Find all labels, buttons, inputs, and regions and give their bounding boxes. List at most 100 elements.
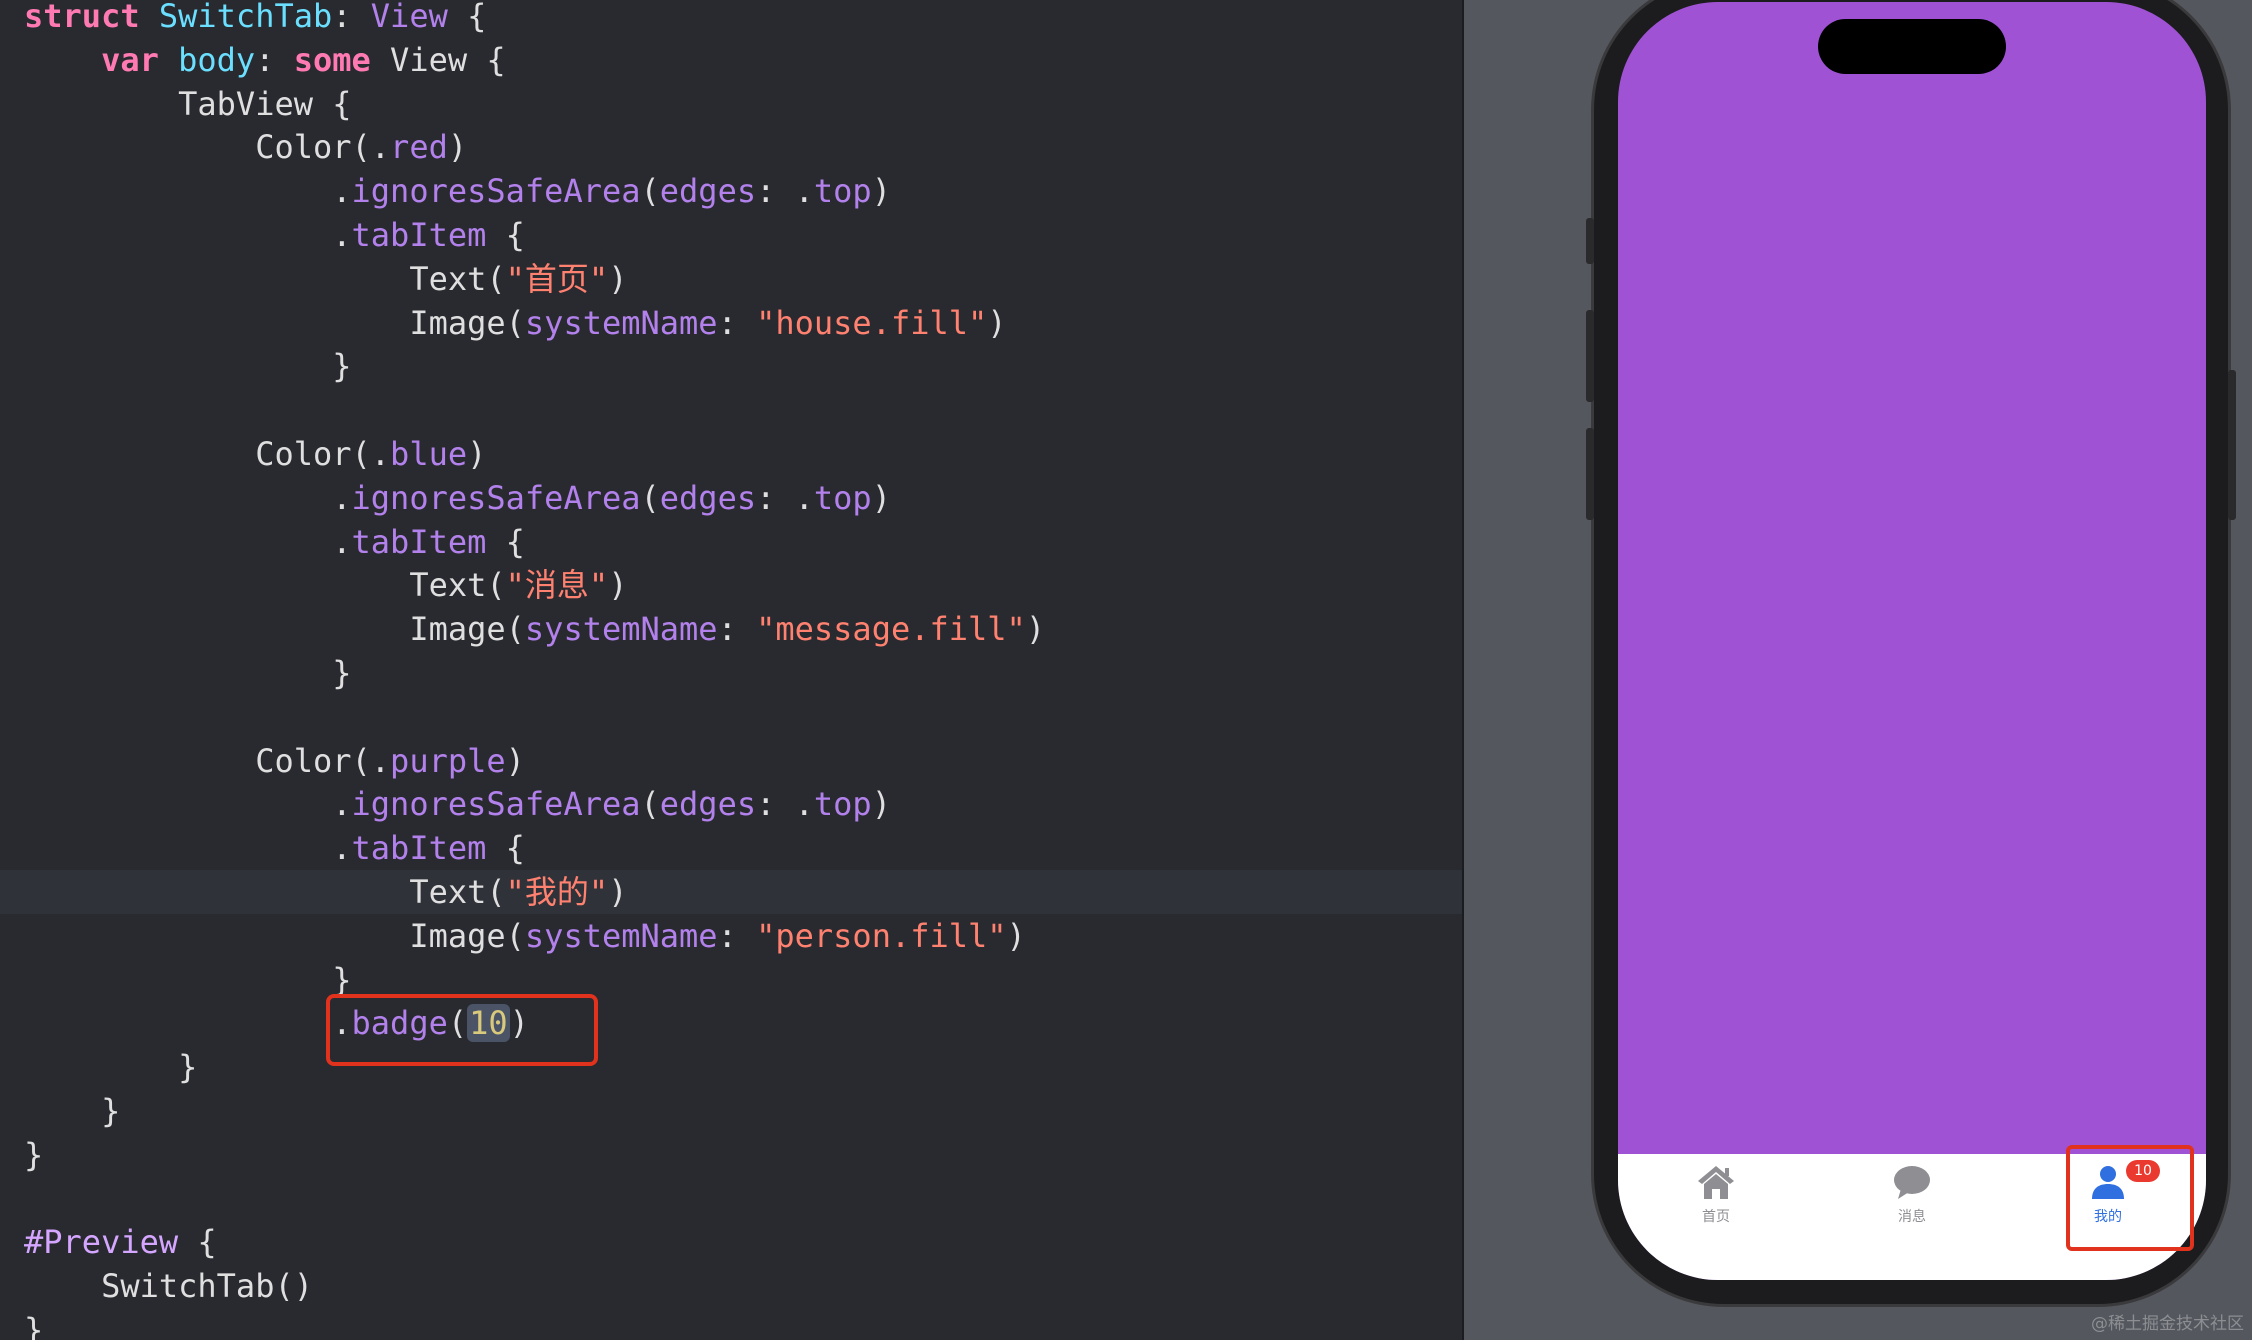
code-line[interactable]: }: [24, 1308, 1462, 1340]
code-token: ): [871, 478, 891, 517]
code-line[interactable]: Text("首页"): [24, 257, 1462, 301]
code-token: .: [24, 785, 352, 824]
code-token: top: [813, 172, 872, 211]
code-token: {: [486, 522, 525, 561]
code-line[interactable]: Image(systemName: "person.fill"): [24, 914, 1462, 958]
code-line[interactable]: .badge(10): [24, 1001, 1462, 1045]
code-token: Text(: [24, 873, 506, 912]
code-token: {: [486, 216, 525, 254]
code-token: tabItem: [351, 522, 487, 561]
code-token: :: [717, 610, 757, 649]
code-line[interactable]: .ignoresSafeArea(edges: .top): [24, 476, 1462, 520]
code-token: "消息": [505, 566, 609, 605]
code-token: edges: [659, 478, 757, 517]
message-icon: [1894, 1166, 1930, 1199]
code-token: TabView {: [24, 84, 352, 123]
badge-code-highlight-box: [326, 994, 598, 1066]
code-token: View: [370, 0, 448, 35]
code-token: Text(: [24, 566, 506, 605]
code-token: Image(: [24, 610, 525, 649]
code-token: {: [447, 0, 487, 35]
code-token: : .: [756, 785, 814, 824]
code-token: (: [640, 785, 660, 824]
code-line[interactable]: TabView {: [24, 82, 1462, 126]
code-line[interactable]: }: [24, 1133, 1462, 1177]
code-token: {: [486, 829, 525, 868]
code-line[interactable]: struct SwitchTab: View {: [24, 0, 1462, 38]
tab-home[interactable]: 首页: [1618, 1154, 1814, 1254]
code-token: SwitchTab(): [24, 1267, 313, 1306]
code-token: ): [987, 303, 1007, 342]
code-token: #Preview: [24, 1223, 179, 1262]
house-icon: [1698, 1166, 1734, 1199]
code-token: :: [332, 0, 371, 35]
code-line[interactable]: }: [24, 1045, 1462, 1089]
code-line[interactable]: Color(.blue): [24, 432, 1462, 476]
tab-messages[interactable]: 消息: [1814, 1154, 2010, 1254]
code-line[interactable]: .ignoresSafeArea(edges: .top): [24, 169, 1462, 213]
code-token: ): [871, 172, 891, 211]
phone-side-button: [1586, 218, 1594, 264]
code-line[interactable]: .tabItem {: [24, 520, 1462, 564]
tab-badge-highlight-box: [2066, 1145, 2194, 1251]
code-token: "person.fill": [756, 916, 1007, 955]
code-token: : .: [756, 478, 814, 517]
code-token: ignoresSafeArea: [351, 478, 641, 517]
code-line[interactable]: var body: some View {: [24, 38, 1462, 82]
code-token: struct: [24, 0, 140, 35]
code-token: .: [24, 1004, 352, 1043]
code-token: ignoresSafeArea: [351, 785, 641, 824]
phone-power-button: [2228, 370, 2236, 520]
code-token: Text(: [24, 259, 506, 298]
code-token: Color(.: [24, 128, 391, 167]
code-token: ): [608, 873, 628, 912]
code-line[interactable]: SwitchTab(): [24, 1264, 1462, 1308]
code-token: }: [24, 1048, 198, 1087]
code-line[interactable]: #Preview {: [24, 1220, 1462, 1264]
code-line[interactable]: }: [24, 958, 1462, 1002]
code-token: "我的": [505, 873, 609, 912]
code-line[interactable]: .tabItem {: [24, 826, 1462, 870]
code-line[interactable]: Color(.red): [24, 125, 1462, 169]
code-token: systemName: [524, 916, 718, 955]
code-line[interactable]: [24, 1177, 1462, 1221]
phone-volume-up-button: [1586, 310, 1594, 402]
code-token: blue: [390, 435, 468, 474]
code-token: red: [390, 128, 448, 167]
code-token: top: [813, 478, 872, 517]
code-line[interactable]: Text("我的"): [0, 870, 1462, 915]
dynamic-island: [1818, 19, 2006, 74]
code-line[interactable]: .tabItem {: [24, 213, 1462, 257]
code-line[interactable]: Color(.purple): [24, 739, 1462, 783]
code-token: systemName: [524, 303, 718, 342]
code-line[interactable]: Text("消息"): [24, 563, 1462, 607]
code-line[interactable]: }: [24, 651, 1462, 695]
code-token: ): [447, 128, 468, 167]
code-token: : .: [756, 172, 814, 211]
code-token: :: [717, 303, 757, 342]
code-line[interactable]: [24, 388, 1462, 432]
code-token: }: [24, 1092, 121, 1131]
code-token: var: [101, 40, 159, 79]
code-token: }: [24, 1135, 44, 1174]
code-token: }: [24, 654, 352, 693]
code-line[interactable]: .ignoresSafeArea(edges: .top): [24, 782, 1462, 826]
code-line[interactable]: Image(systemName: "message.fill"): [24, 607, 1462, 651]
phone-screen: 首页 消息 10 我的: [1618, 2, 2206, 1280]
code-line[interactable]: }: [24, 1089, 1462, 1133]
code-line[interactable]: [24, 695, 1462, 739]
phone-volume-down-button: [1586, 428, 1594, 520]
code-editor[interactable]: struct SwitchTab: View { var body: some …: [0, 0, 1462, 1340]
code-token: .: [24, 829, 352, 868]
code-token: Color(.: [24, 741, 391, 780]
code-token: Color(.: [24, 435, 391, 474]
code-line[interactable]: Image(systemName: "house.fill"): [24, 301, 1462, 345]
code-token: body: [178, 40, 256, 79]
code-line[interactable]: }: [24, 344, 1462, 388]
watermark: @稀土掘金技术社区: [2091, 1314, 2244, 1334]
code-token: edges: [659, 172, 757, 211]
code-token: SwitchTab: [158, 0, 333, 35]
code-token: ): [608, 566, 628, 605]
code-token: "首页": [505, 259, 609, 298]
